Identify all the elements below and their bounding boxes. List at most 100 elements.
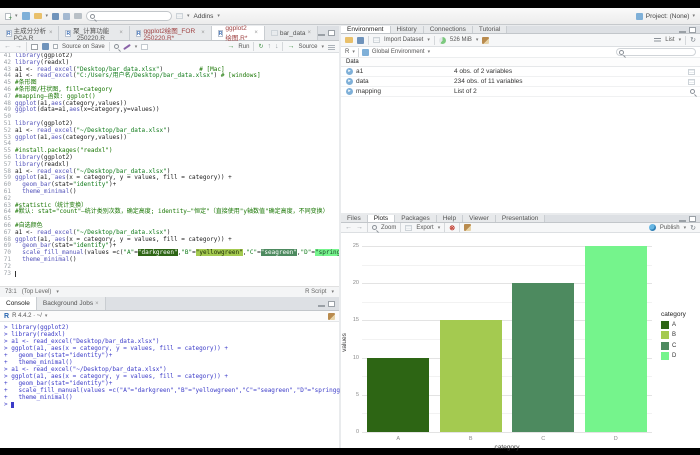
- source-button[interactable]: Source: [298, 44, 317, 50]
- code-line[interactable]: 53ggplot(a1,aes(category,values)): [0, 135, 339, 142]
- run-button[interactable]: Run: [238, 44, 249, 50]
- save-source-icon[interactable]: [42, 43, 49, 50]
- maximize-pane-icon[interactable]: [328, 30, 335, 36]
- editor-tab[interactable]: Rggplot2绘图_FOR 250220.R*×: [130, 26, 212, 40]
- popout-icon[interactable]: [31, 44, 38, 50]
- r-language-selector[interactable]: R: [345, 49, 349, 55]
- editor-tab[interactable]: bar_data×: [265, 26, 318, 40]
- source-editor[interactable]: 41library(ggplot2)42library(readxl)43a1 …: [0, 53, 339, 286]
- refresh-environment-icon[interactable]: ↻: [690, 36, 696, 44]
- code-line[interactable]: 44a1 <- read_excel("C:/Users/用户名/Desktop…: [0, 73, 339, 80]
- new-file-icon[interactable]: [5, 13, 11, 20]
- environment-tab-history[interactable]: History: [391, 26, 424, 33]
- environment-tab-connections[interactable]: Connections: [424, 26, 473, 33]
- close-tab-icon[interactable]: ×: [201, 30, 205, 36]
- global-environment-selector[interactable]: Global Environment: [372, 49, 425, 55]
- memory-usage-label[interactable]: 526 MiB: [450, 37, 472, 43]
- environment-object-row[interactable]: ▸mappingList of 2: [341, 87, 700, 97]
- minimize-pane-icon[interactable]: [679, 220, 686, 222]
- source-on-save-checkbox[interactable]: [53, 44, 58, 49]
- close-tab-icon[interactable]: ×: [254, 30, 258, 36]
- code-line[interactable]: 71 theme_minimal(): [0, 257, 339, 264]
- console-output[interactable]: > library(ggplot2)> library(readxl)> a1 …: [0, 322, 339, 448]
- project-menu[interactable]: Project: (None) ▾: [636, 13, 695, 20]
- editor-tab[interactable]: Rggplot2绘图.R*×: [212, 26, 265, 40]
- goto-file-function-input[interactable]: [97, 13, 167, 19]
- next-plot-icon[interactable]: →: [356, 224, 363, 231]
- new-project-icon[interactable]: [22, 12, 30, 20]
- r-version-label[interactable]: R 4.4.2 · ~/: [12, 313, 42, 319]
- scope-indicator[interactable]: (Top Level): [22, 289, 52, 295]
- r-language-dropdown-icon[interactable]: ▾: [352, 49, 355, 55]
- back-icon[interactable]: ←: [4, 43, 11, 50]
- environment-tab-environment[interactable]: Environment: [341, 26, 391, 33]
- forward-icon[interactable]: →: [15, 43, 22, 50]
- environment-tab-tutorial[interactable]: Tutorial: [473, 26, 507, 33]
- plots-tab-help[interactable]: Help: [437, 215, 463, 222]
- expand-object-icon[interactable]: ▸: [346, 78, 353, 85]
- environment-object-row[interactable]: ▸data234 obs. of 11 variables: [341, 77, 700, 87]
- minimize-pane-icon[interactable]: [318, 305, 325, 307]
- minimize-pane-icon[interactable]: [318, 34, 325, 36]
- maximize-pane-icon[interactable]: [689, 27, 696, 33]
- close-tab-icon[interactable]: ×: [49, 30, 53, 36]
- global-environment-dropdown-icon[interactable]: ▾: [428, 49, 431, 55]
- memory-dropdown-icon[interactable]: ▾: [476, 37, 479, 43]
- previous-plot-icon[interactable]: ←: [345, 224, 352, 231]
- console-tab-background-jobs[interactable]: Background Jobs×: [37, 297, 106, 310]
- code-line[interactable]: 65: [0, 216, 339, 223]
- run-previous-icon[interactable]: ↑: [267, 43, 271, 50]
- plots-tab-plots[interactable]: Plots: [368, 215, 395, 222]
- export-dropdown-icon[interactable]: ▾: [438, 225, 441, 231]
- goto-file-function-box[interactable]: [86, 11, 172, 21]
- zoom-plot-button[interactable]: Zoom: [381, 225, 396, 231]
- open-file-icon[interactable]: [34, 13, 42, 19]
- refresh-plot-icon[interactable]: ↻: [690, 224, 696, 232]
- publish-button[interactable]: Publish: [660, 225, 680, 231]
- plots-tab-packages[interactable]: Packages: [395, 215, 437, 222]
- save-icon[interactable]: [52, 13, 59, 20]
- plots-tab-viewer[interactable]: Viewer: [463, 215, 496, 222]
- import-dataset-dropdown-icon[interactable]: ▾: [427, 37, 430, 43]
- source-dropdown-icon[interactable]: ▾: [321, 44, 324, 50]
- addins-button[interactable]: Addins: [194, 13, 214, 20]
- view-table-icon[interactable]: [688, 69, 695, 75]
- run-icon[interactable]: →: [227, 43, 234, 50]
- list-view-button[interactable]: List: [665, 37, 674, 43]
- code-line[interactable]: 64#默认: stat="count"—统计类别次数，确定高度; identit…: [0, 209, 339, 216]
- file-type-indicator[interactable]: R Script: [305, 289, 326, 295]
- open-file-dropdown-icon[interactable]: ▾: [46, 13, 49, 19]
- print-icon[interactable]: [74, 13, 82, 19]
- clear-console-icon[interactable]: [328, 313, 335, 320]
- console-tab-console[interactable]: Console: [0, 297, 37, 310]
- save-all-icon[interactable]: [63, 13, 70, 20]
- view-table-icon[interactable]: [688, 79, 695, 85]
- publish-dropdown-icon[interactable]: ▾: [684, 225, 687, 231]
- editor-tab[interactable]: R主成分分析PCA.R×: [0, 26, 59, 40]
- clear-plots-icon[interactable]: [464, 224, 471, 231]
- editor-tab[interactable]: R聚_计算功能_250220.R×: [59, 26, 129, 40]
- pane-layout-dropdown-icon[interactable]: ▾: [187, 13, 190, 19]
- inspect-object-icon[interactable]: [690, 89, 695, 94]
- export-plot-button[interactable]: Export: [416, 225, 433, 231]
- find-replace-icon[interactable]: [114, 44, 119, 49]
- load-workspace-icon[interactable]: [345, 37, 353, 43]
- close-tab-icon[interactable]: ×: [119, 30, 123, 36]
- environment-search-box[interactable]: [616, 48, 696, 56]
- clear-environment-icon[interactable]: [482, 37, 489, 44]
- plots-tab-presentation[interactable]: Presentation: [496, 215, 546, 222]
- list-view-dropdown-icon[interactable]: ▾: [679, 37, 682, 43]
- run-next-icon[interactable]: ↓: [275, 43, 279, 50]
- close-tab-icon[interactable]: ×: [95, 301, 99, 307]
- plots-tab-files[interactable]: Files: [341, 215, 368, 222]
- pane-layout-icon[interactable]: [176, 13, 183, 19]
- code-line[interactable]: 49ggplot(data=a1,aes(x=category,y=values…: [0, 107, 339, 114]
- close-tab-icon[interactable]: ×: [308, 30, 312, 36]
- document-outline-icon[interactable]: [328, 44, 335, 50]
- expand-object-icon[interactable]: ▸: [346, 68, 353, 75]
- code-line[interactable]: 73: [0, 271, 339, 278]
- minimize-pane-icon[interactable]: [679, 31, 686, 33]
- remove-plot-icon[interactable]: ⊗: [449, 224, 455, 232]
- save-workspace-icon[interactable]: [357, 37, 364, 44]
- compile-report-icon[interactable]: [141, 44, 148, 50]
